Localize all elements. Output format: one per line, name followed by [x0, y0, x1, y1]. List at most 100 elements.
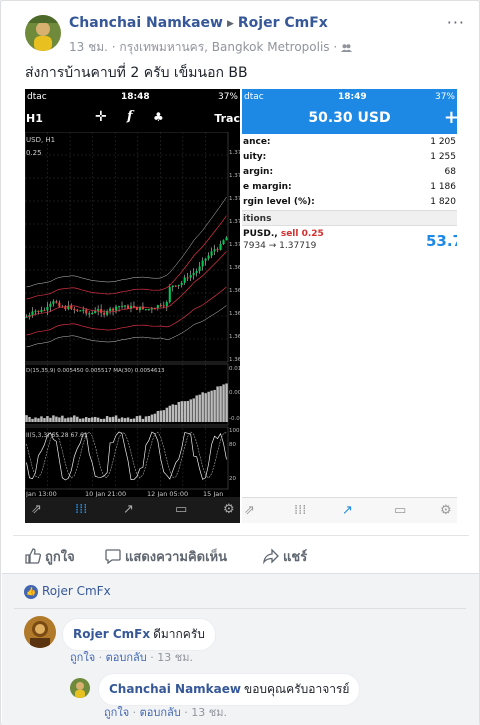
post-location[interactable]: กรุงเทพมหานคร, Bangkok Metropolis	[119, 40, 329, 54]
comment-author[interactable]: Rojer CmFx	[73, 627, 150, 641]
macd-bar	[195, 395, 198, 422]
macd-bar	[111, 416, 115, 422]
macd-bar	[150, 414, 154, 422]
comment-time[interactable]: 13 ชม.	[191, 706, 227, 719]
candle-body	[34, 310, 37, 312]
macd-bar	[135, 416, 139, 422]
price-tick: 1.37	[229, 150, 240, 156]
tab-trade-icon[interactable]: ↗	[123, 502, 134, 517]
osc-tick: 80	[229, 442, 236, 448]
candle-body	[207, 255, 210, 259]
mt4-tab-bar: ⇗ ⁞⁞⁞ ↗ ▭ ⚙	[242, 497, 457, 523]
indicators-icon[interactable]: f	[127, 109, 133, 124]
trade-header: dtac 18:49 37% 50.30 USD +	[242, 89, 457, 134]
chart-screenshot[interactable]: dtac 18:48 37% H1 ✛ f ♣ Trac 1.37 1.37 1.3…	[25, 89, 240, 523]
comment-reply-link[interactable]: ตอบกลับ	[106, 651, 147, 664]
comment-actions: ถูกใจ · ตอบกลับ · 13 ชม.	[104, 706, 227, 719]
commenter-avatar[interactable]	[24, 616, 56, 648]
candle-body	[222, 240, 225, 244]
candle-body	[79, 310, 82, 312]
indicator-stoch-label: II(5,3,3) 65.28 67.61	[26, 432, 88, 439]
candle-body	[213, 249, 216, 252]
comment-button[interactable]: แสดงความคิดเห็น	[105, 546, 227, 568]
group-name[interactable]: Rojer CmFx	[238, 15, 328, 31]
share-button[interactable]: แชร์	[263, 546, 307, 568]
tab-chart-icon[interactable]: ⁞⁞⁞	[75, 502, 87, 517]
macd-bar	[90, 417, 94, 422]
tab-history-icon[interactable]: ▭	[175, 502, 187, 517]
comment-like-link[interactable]: ถูกใจ	[70, 651, 95, 664]
audience-icon[interactable]	[341, 41, 353, 55]
tab-chart-icon[interactable]: ⁞⁞⁞	[294, 503, 306, 518]
objects-icon[interactable]: ♣	[153, 110, 164, 124]
author-name[interactable]: Chanchai Namkaew	[69, 15, 223, 31]
post-options-icon[interactable]: ···	[447, 13, 465, 32]
candle-body	[109, 308, 112, 311]
macd-bar	[219, 386, 222, 422]
comment-time[interactable]: 13 ชม.	[157, 651, 193, 664]
indicator-macd-label: D(15,35,9) 0.005450 0.005517 MA(30) 0.00…	[26, 368, 165, 374]
macd-bar	[126, 417, 130, 422]
post-time[interactable]: 13 ชม.	[69, 40, 108, 54]
macd-bar	[85, 417, 88, 422]
macd-bar	[93, 416, 97, 422]
osc-tick: 0.01	[229, 366, 240, 372]
macd-bar	[129, 418, 133, 422]
candle-body	[177, 284, 180, 287]
balance-title: 50.30 USD	[308, 110, 391, 126]
candle-body	[103, 312, 106, 315]
timeframe-button[interactable]: H1	[26, 112, 43, 125]
candle-body	[91, 312, 94, 314]
clock-label: 18:49	[338, 92, 367, 102]
position-symbol[interactable]: PUSD., sell 0.25	[243, 229, 324, 239]
candle-body	[201, 260, 204, 267]
author-avatar[interactable]	[25, 15, 61, 51]
post-text: ส่งการบ้านคาบที่ 2 ครับ เข็มนอก BB	[25, 65, 248, 81]
tab-quotes-icon[interactable]: ⇗	[31, 502, 42, 517]
candle-body	[159, 305, 162, 307]
candle-body	[180, 282, 183, 285]
add-order-icon[interactable]: +	[444, 107, 457, 128]
tab-trade-icon[interactable]: ↗	[342, 503, 353, 518]
commenter-avatar[interactable]	[70, 678, 90, 698]
macd-bar	[198, 394, 201, 422]
candle-body	[216, 249, 219, 251]
position-side: sell 0.25	[280, 229, 324, 239]
tab-quotes-icon[interactable]: ⇗	[244, 503, 255, 518]
tab-settings-icon[interactable]: ⚙	[440, 503, 452, 518]
macd-bar	[105, 416, 109, 422]
candle-body	[40, 309, 43, 313]
tab-settings-icon[interactable]: ⚙	[223, 502, 235, 517]
comment-bubble: Rojer CmFx ดีมากครับ	[62, 618, 216, 651]
tab-history-icon[interactable]: ▭	[394, 503, 406, 518]
bb-upper	[26, 215, 227, 300]
comment-like-link[interactable]: ถูกใจ	[104, 706, 129, 719]
likers-row[interactable]: 👍 Rojer CmFx	[24, 584, 111, 599]
crosshair-icon[interactable]: ✛	[95, 109, 107, 125]
candle-body	[55, 301, 58, 303]
candle-body	[126, 305, 130, 309]
trade-button[interactable]: Trac	[214, 112, 240, 125]
macd-bar	[177, 401, 181, 422]
account-row: ance: 1 205	[243, 137, 456, 147]
macd-bar	[108, 417, 112, 422]
like-button[interactable]: ถูกใจ	[25, 546, 75, 568]
candle-body	[31, 311, 34, 315]
macd-bar	[222, 384, 225, 422]
candle-body	[210, 251, 213, 256]
macd-bar	[76, 416, 79, 422]
candle-body	[49, 303, 52, 307]
macd-bar	[174, 404, 178, 422]
comment-author[interactable]: Chanchai Namkaew	[109, 682, 241, 696]
liker-name[interactable]: Rojer CmFx	[42, 584, 111, 598]
comment-reply-link[interactable]: ตอบกลับ	[140, 706, 181, 719]
candle-body	[192, 272, 195, 276]
battery-label: 37%	[434, 92, 455, 102]
bb-middle	[26, 251, 227, 318]
like-label: ถูกใจ	[45, 550, 75, 565]
trade-screenshot[interactable]: dtac 18:49 37% 50.30 USD + ance: 1 205 ui…	[242, 89, 457, 523]
osc-tick: 20	[229, 476, 236, 482]
macd-bar	[186, 400, 189, 422]
post-photos[interactable]: dtac 18:48 37% H1 ✛ f ♣ Trac 1.37 1.37 1.3…	[25, 89, 457, 523]
candle-body	[132, 305, 136, 308]
